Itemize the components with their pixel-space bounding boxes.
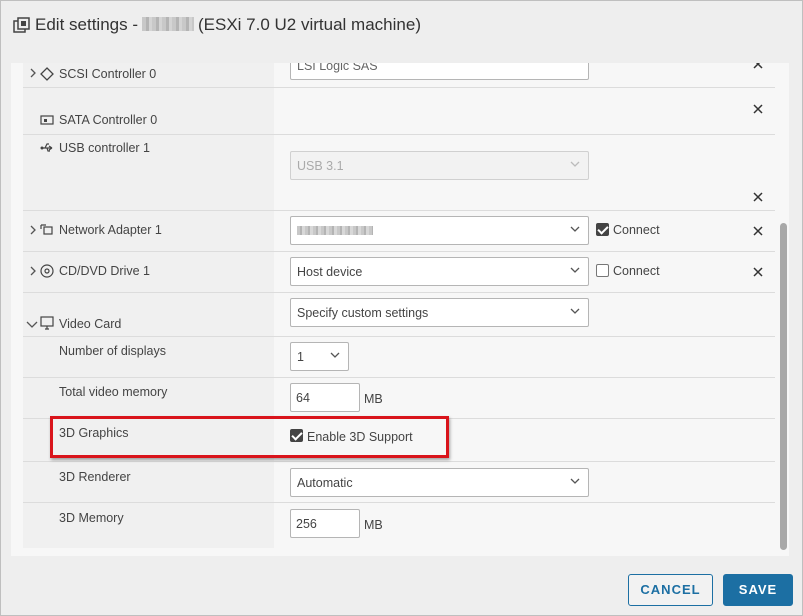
scsi-controller-icon (40, 67, 54, 81)
network-connect-label: Connect (613, 223, 660, 237)
chevron-down-icon (330, 352, 340, 358)
displays-select[interactable]: 1 (290, 342, 349, 371)
row-divider (23, 87, 775, 88)
remove-cdrom-icon[interactable] (752, 266, 764, 278)
usb-label: USB controller 1 (59, 141, 151, 155)
chevron-down-icon (570, 226, 580, 232)
scrollbar-thumb[interactable] (780, 223, 787, 550)
scsi-type-select[interactable]: LSI Logic SAS (290, 63, 589, 80)
network-connect-checkbox[interactable] (596, 223, 609, 236)
usb-icon (40, 143, 53, 152)
expand-network-chevron[interactable] (28, 225, 38, 235)
row-divider (23, 502, 775, 503)
3d-graphics-highlight-box (50, 416, 449, 458)
renderer-label: 3D Renderer (59, 470, 131, 484)
video-memory-input[interactable]: 64 (290, 383, 360, 412)
chevron-down-icon (570, 161, 580, 167)
edit-settings-dialog: Edit settings - (ESXi 7.0 U2 virtual mach… (0, 0, 803, 616)
redacted-network-name (297, 226, 373, 235)
network-select[interactable] (290, 216, 589, 245)
row-divider (23, 134, 775, 135)
usb-version-select[interactable]: USB 3.1 (290, 151, 589, 180)
sata-controller-icon (40, 115, 54, 125)
save-button[interactable]: SAVE (723, 574, 793, 606)
video-memory-unit: MB (364, 392, 383, 406)
network-label: Network Adapter 1 (59, 223, 162, 237)
memory-3d-label: 3D Memory (59, 511, 124, 525)
memory-3d-input[interactable]: 256 (290, 509, 360, 538)
row-divider (23, 461, 775, 462)
row-divider (23, 292, 775, 293)
cd-dvd-icon (40, 264, 54, 278)
cdrom-source-select[interactable]: Host device (290, 257, 589, 286)
row-divider (23, 251, 775, 252)
video-memory-label: Total video memory (59, 385, 168, 399)
device-grid: SCSI Controller 0 LSI Logic SAS SATA Con… (23, 63, 775, 548)
remove-network-icon[interactable] (752, 225, 764, 237)
displays-label: Number of displays (59, 344, 166, 358)
cdrom-connect-label: Connect (613, 264, 660, 278)
expand-cdrom-chevron[interactable] (28, 266, 38, 276)
chevron-down-icon (570, 267, 580, 273)
cancel-button[interactable]: CANCEL (628, 574, 713, 606)
chevron-down-icon (570, 478, 580, 484)
dialog-title: Edit settings - (ESXi 7.0 U2 virtual mach… (35, 15, 421, 34)
cdrom-connect-checkbox[interactable] (596, 264, 609, 277)
remove-sata-icon[interactable] (752, 103, 764, 115)
video-card-select[interactable]: Specify custom settings (290, 298, 589, 327)
collapse-video-chevron[interactable] (26, 319, 38, 329)
row-divider (23, 210, 775, 211)
chevron-down-icon (570, 308, 580, 314)
row-divider (23, 336, 775, 337)
redacted-vm-name (142, 17, 194, 31)
expand-scsi-chevron[interactable] (28, 68, 38, 78)
cdrom-label: CD/DVD Drive 1 (59, 264, 150, 278)
network-adapter-icon (40, 224, 53, 235)
settings-scroll-area[interactable]: SCSI Controller 0 LSI Logic SAS SATA Con… (11, 63, 789, 556)
remove-scsi-icon[interactable] (752, 63, 764, 70)
video-card-label: Video Card (59, 317, 122, 331)
vm-settings-icon (13, 17, 30, 33)
sata-label: SATA Controller 0 (59, 113, 158, 127)
scsi-label: SCSI Controller 0 (59, 67, 157, 81)
row-divider (23, 377, 775, 378)
monitor-icon (40, 316, 54, 330)
memory-3d-unit: MB (364, 518, 383, 532)
remove-usb-icon[interactable] (752, 191, 764, 203)
renderer-select[interactable]: Automatic (290, 468, 589, 497)
dialog-titlebar: Edit settings - (ESXi 7.0 U2 virtual mach… (1, 1, 802, 51)
